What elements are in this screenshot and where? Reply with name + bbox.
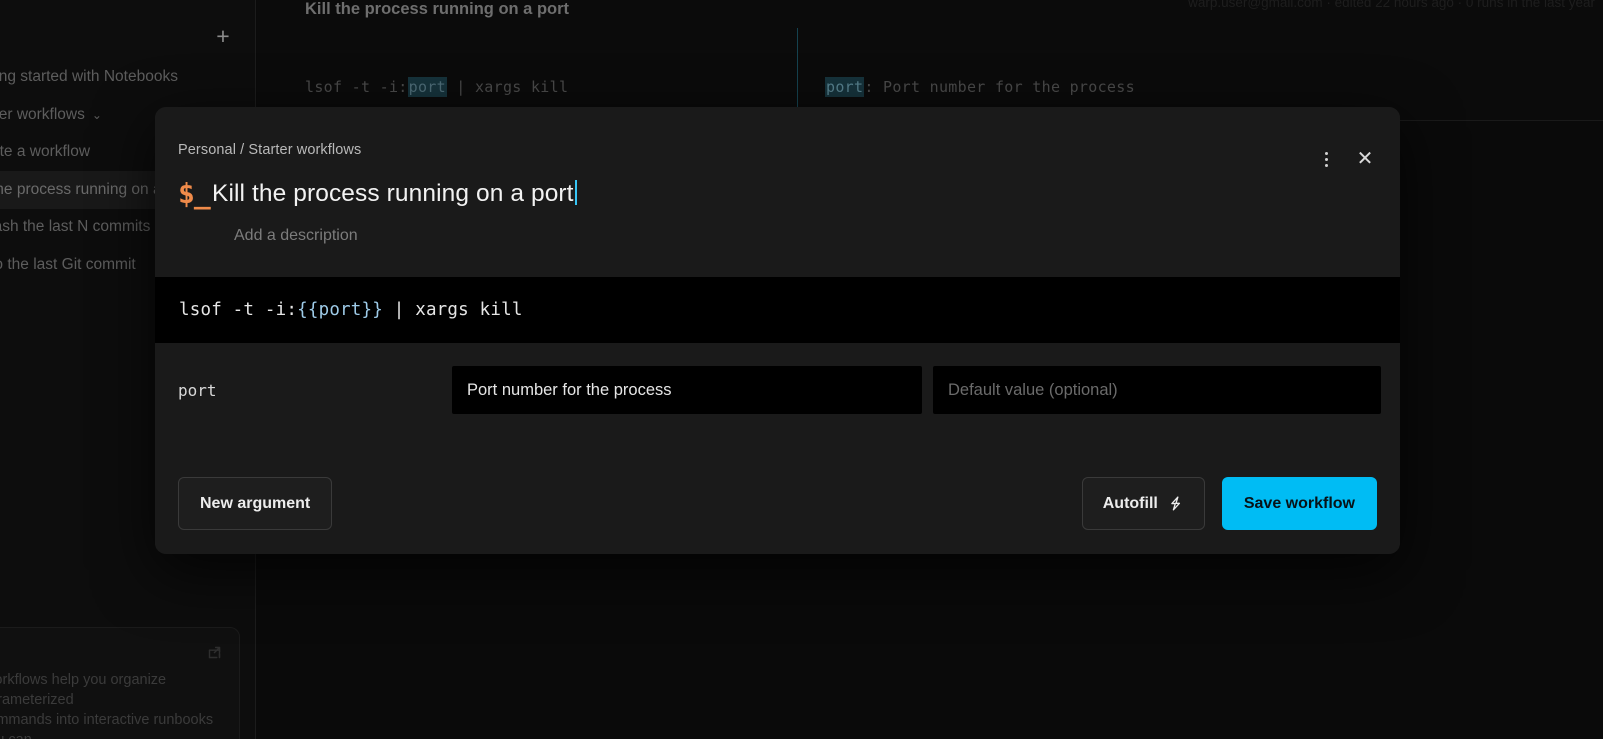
- sidebar-item-label: Getting started with Notebooks: [0, 68, 178, 85]
- arg-token: port: [825, 77, 865, 97]
- plus-icon[interactable]: +: [209, 22, 237, 50]
- arg-desc: : Port number for the process: [864, 78, 1135, 96]
- workflow-preview-command: lsof -t -i:port | xargs kill: [305, 77, 569, 97]
- sidebar-item-0[interactable]: Getting started with Notebooks: [0, 58, 256, 96]
- workflow-description-input[interactable]: Add a description: [234, 227, 358, 245]
- workflow-preview: Kill the process running on a port warp.…: [257, 0, 1603, 121]
- cmd-token: port: [407, 77, 447, 97]
- breadcrumb: Personal / Starter workflows: [178, 142, 362, 158]
- app-root: + Getting started with Notebooks Starter …: [0, 0, 1603, 739]
- command-suffix: | xargs kill: [383, 300, 523, 320]
- workflow-title-input[interactable]: Kill the process running on a port: [212, 177, 577, 211]
- promo-text: Workflows help you organize parameterize…: [0, 670, 231, 739]
- argument-default-input[interactable]: [933, 366, 1381, 414]
- argument-name-label: port: [178, 380, 217, 400]
- promo-line-1: Workflows help you organize parameterize…: [0, 672, 167, 708]
- kebab-dots: [1324, 151, 1328, 167]
- workflow-preview-title: Kill the process running on a port: [305, 0, 570, 18]
- modal-footer: New argument Autofill Save workflow: [155, 453, 1400, 554]
- modal-header-actions: ✕: [1313, 146, 1378, 172]
- command-variable: {{port}}: [297, 300, 383, 320]
- cmd-suffix: | xargs kill: [446, 78, 569, 96]
- new-argument-button[interactable]: New argument: [178, 477, 333, 530]
- autofill-button[interactable]: Autofill: [1081, 477, 1205, 530]
- sidebar-item-label: Squash the last N commits: [0, 218, 151, 235]
- sidebar-item-label: Undo the last Git commit: [0, 256, 136, 273]
- argument-description-input[interactable]: [452, 366, 922, 414]
- edit-workflow-modal: Personal / Starter workflows ✕ $_ Kill t…: [155, 107, 1400, 554]
- workflow-title-row: $_ Kill the process running on a port: [178, 177, 1340, 211]
- workflow-preview-argument: port: Port number for the process: [825, 77, 1135, 97]
- command-editor[interactable]: lsof -t -i:{{port}} | xargs kill: [155, 277, 1400, 343]
- workflow-title-text: Kill the process running on a port: [212, 180, 574, 207]
- arguments-section: port: [155, 343, 1400, 453]
- autofill-label: Autofill: [1102, 494, 1158, 512]
- workflows-promo-card[interactable]: Workflows help you organize parameterize…: [0, 627, 240, 739]
- sidebar-item-label: Create a workflow: [0, 143, 91, 160]
- promo-line-2: commands into interactive runbooks you c…: [0, 712, 214, 739]
- command-text: lsof -t -i:{{port}} | xargs kill: [155, 300, 523, 320]
- sidebar-item-label: Starter workflows: [0, 106, 85, 123]
- text-caret: [574, 180, 577, 205]
- cmd-prefix: lsof -t -i:: [305, 78, 408, 96]
- external-link-icon[interactable]: [206, 644, 223, 661]
- close-icon[interactable]: ✕: [1352, 146, 1378, 172]
- chevron-down-icon[interactable]: ⌄: [92, 96, 102, 134]
- close-glyph: ✕: [1356, 148, 1374, 170]
- kebab-menu-icon[interactable]: [1313, 146, 1339, 172]
- workflow-preview-meta: warp.user@gmail.com · edited 22 hours ag…: [1188, 0, 1595, 10]
- terminal-prompt-icon: $_: [178, 177, 211, 210]
- lightning-bolt-icon: [1167, 495, 1184, 512]
- table-row: port: [155, 366, 1400, 414]
- save-workflow-button[interactable]: Save workflow: [1221, 477, 1377, 530]
- command-prefix: lsof -t -i:: [179, 300, 298, 320]
- modal-header: Personal / Starter workflows ✕ $_ Kill t…: [155, 107, 1400, 277]
